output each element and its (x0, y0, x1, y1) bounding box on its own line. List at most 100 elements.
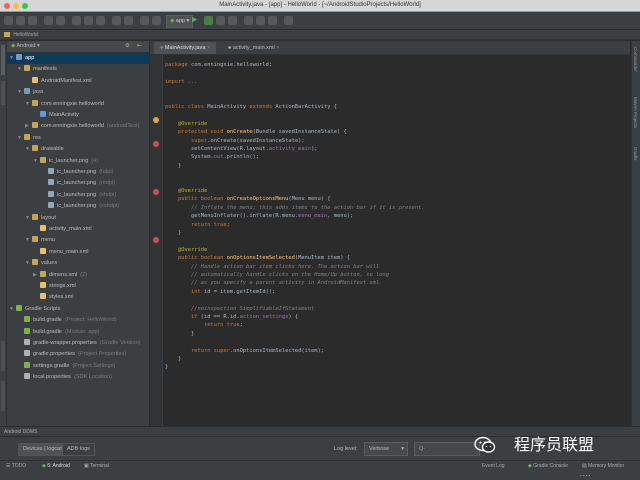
chevron-down-icon[interactable]: ▼ (25, 235, 32, 246)
chevron-down-icon[interactable]: ▼ (25, 99, 32, 110)
logcat-search-input[interactable]: Q- (414, 442, 480, 456)
tree-item[interactable]: menu_main.xml (7, 247, 149, 258)
code-token: com.enningxie.helloworld; (190, 62, 273, 68)
tree-item[interactable]: ic_launcher.png (hdpi) (7, 167, 149, 178)
tree-item[interactable]: settings.gradle (Project Settings) (7, 361, 149, 372)
tree-item[interactable]: MainActivity (7, 110, 149, 121)
chevron-down-icon[interactable]: ▾ (37, 43, 40, 49)
chevron-down-icon[interactable]: ▼ (25, 258, 32, 269)
close-tab-icon[interactable]: × (275, 45, 279, 51)
chevron-down-icon[interactable]: ▼ (33, 156, 40, 167)
log-level-select[interactable]: Verbose ▾ (364, 442, 408, 456)
settings-gear-icon[interactable]: ⚙ (125, 41, 130, 52)
override-marker-icon[interactable] (153, 189, 159, 195)
breadcrumb-item-project[interactable]: HelloWorld (13, 32, 37, 38)
find-icon[interactable] (112, 16, 121, 25)
watermark-text: 程序员联盟 (514, 435, 595, 454)
tree-item[interactable]: strings.xml (7, 281, 149, 292)
make-project-icon[interactable] (152, 16, 161, 25)
build-variants-tool-button[interactable] (1, 341, 5, 371)
maximize-window-icon[interactable] (22, 3, 28, 9)
tree-item[interactable]: ic_launcher.png (xhdpi) (7, 190, 149, 201)
editor-tab[interactable]: ● activity_main.xml × (222, 42, 285, 54)
structure-tool-button[interactable] (1, 81, 5, 105)
tab-adb-logs[interactable]: ADB logs (62, 443, 95, 456)
tree-item[interactable]: ic_launcher.png (mdpi) (7, 178, 149, 189)
code-line: @Override (165, 187, 207, 195)
code-token: return true (165, 322, 240, 329)
chevron-right-icon[interactable]: ▶ (33, 270, 40, 281)
open-folder-icon[interactable] (4, 16, 13, 25)
debug-icon[interactable] (204, 16, 213, 25)
run-config-select[interactable]: ◆ app ▾ (166, 15, 194, 28)
tree-item[interactable]: ▶ dimens.xml (2) (7, 270, 149, 281)
undo-icon[interactable] (44, 16, 53, 25)
chevron-down-icon[interactable]: ▼ (25, 213, 32, 224)
stop-icon[interactable] (228, 16, 237, 25)
chevron-down-icon[interactable]: ▼ (25, 144, 32, 155)
chevron-down-icon[interactable]: ▼ (17, 64, 24, 75)
avd-manager-icon[interactable] (256, 16, 265, 25)
tree-item[interactable]: ▼ java (7, 87, 149, 98)
tree-item-label: ic_launcher.png (57, 180, 97, 187)
project-tool-button[interactable] (1, 45, 5, 75)
right-tool-button[interactable]: Gradle (633, 147, 638, 161)
sdk-manager-icon[interactable] (244, 16, 253, 25)
tree-item[interactable]: ▼ Gradle Scripts (7, 304, 149, 315)
tab-devices-logcat[interactable]: Devices | logcat (18, 443, 67, 456)
chevron-down-icon[interactable]: ▼ (17, 133, 24, 144)
run-icon[interactable]: ▶ (192, 15, 197, 25)
tree-item[interactable]: gradle.properties (Project Properties) (7, 349, 149, 360)
override-marker-icon[interactable] (153, 237, 159, 243)
right-tool-button[interactable]: Maven Projects (633, 97, 638, 128)
class-marker-icon[interactable] (153, 117, 159, 123)
view-mode-select[interactable]: Android (16, 43, 35, 49)
module-icon (16, 54, 22, 60)
breadcrumb[interactable]: HelloWorld (0, 30, 640, 40)
code-editor[interactable]: package com.enningxie.helloworld; import … (163, 55, 630, 426)
save-icon[interactable] (16, 16, 25, 25)
favorites-tool-button[interactable] (1, 381, 5, 411)
chevron-down-icon[interactable]: ▼ (17, 87, 24, 98)
tree-item[interactable]: gradle-wrapper.properties (Gradle Version… (7, 338, 149, 349)
cut-icon[interactable] (72, 16, 81, 25)
hide-panel-icon[interactable]: ⇤ (137, 41, 142, 52)
code-line: import ... (165, 78, 197, 86)
right-tool-button[interactable]: Commander (633, 47, 638, 72)
tree-item[interactable]: build.gradle (Project: HelloWorld) (7, 315, 149, 326)
replace-icon[interactable] (124, 16, 133, 25)
tree-item[interactable]: ic_launcher.png (xxhdpi) (7, 201, 149, 212)
close-window-icon[interactable] (4, 3, 10, 9)
tree-item[interactable]: ▼ layout (7, 213, 149, 224)
sync-icon[interactable] (28, 16, 37, 25)
paste-icon[interactable] (96, 16, 105, 25)
tree-item[interactable]: ▶ com.enningxie.helloworld (androidTest) (7, 121, 149, 132)
override-marker-icon[interactable] (153, 141, 159, 147)
tree-item[interactable]: local.properties (SDK Location) (7, 372, 149, 383)
chevron-right-icon[interactable]: ▶ (25, 121, 32, 132)
tree-item[interactable]: ▼ values (7, 258, 149, 269)
help-icon[interactable] (284, 16, 293, 25)
attach-debugger-icon[interactable] (216, 16, 225, 25)
close-tab-icon[interactable]: × (205, 45, 210, 51)
gradle-sync-icon[interactable] (268, 16, 277, 25)
chevron-down-icon[interactable]: ▼ (9, 304, 16, 315)
chevron-down-icon[interactable]: ▼ (9, 53, 16, 64)
copy-icon[interactable] (84, 16, 93, 25)
tree-item[interactable]: ▼ menu (7, 235, 149, 246)
tree-item[interactable]: ▼ res (7, 133, 149, 144)
redo-icon[interactable] (56, 16, 65, 25)
back-icon[interactable] (140, 16, 149, 25)
tree-item[interactable]: ▼ com.enningxie.helloworld (7, 99, 149, 110)
tree-item[interactable]: build.gradle (Module: app) (7, 327, 149, 338)
editor-tab[interactable]: ● MainActivity.java × (154, 42, 217, 54)
tree-item[interactable]: styles.xml (7, 292, 149, 303)
tree-item[interactable]: ▼ ic_launcher.png (4) (7, 156, 149, 167)
tree-item[interactable]: ▼ drawable (7, 144, 149, 155)
tree-item[interactable]: ▼ app (7, 53, 149, 64)
tree-item-label: ic_launcher.png (49, 157, 89, 164)
tree-item[interactable]: activity_main.xml (7, 224, 149, 235)
tree-item[interactable]: AndroidManifest.xml (7, 76, 149, 87)
minimize-window-icon[interactable] (13, 3, 19, 9)
tree-item[interactable]: ▼ manifests (7, 64, 149, 75)
